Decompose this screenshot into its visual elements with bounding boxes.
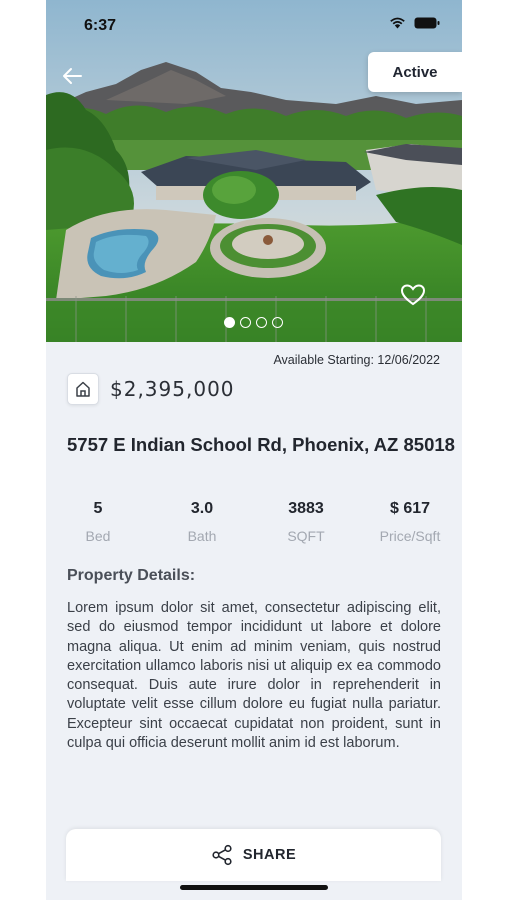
battery-icon — [414, 17, 440, 29]
stat-value: 3.0 — [190, 500, 214, 517]
arrow-left-icon — [63, 68, 82, 84]
property-description: Lorem ipsum dolor sit amet, consectetur … — [67, 600, 441, 752]
property-type-badge — [67, 373, 99, 405]
status-badge: Active — [368, 52, 462, 92]
stat-price-per-sqft: $ 617 Price/Sqft — [358, 500, 462, 544]
heart-icon — [400, 284, 426, 306]
stat-label: Price/Sqft — [379, 528, 441, 544]
carousel-dot[interactable] — [272, 317, 283, 328]
property-photo-carousel[interactable]: 6:37 Active — [46, 0, 462, 342]
carousel-dot[interactable] — [256, 317, 267, 328]
stat-value: $ 617 — [389, 500, 431, 517]
share-button[interactable]: SHARE — [66, 829, 441, 881]
carousel-dot[interactable] — [224, 317, 235, 328]
status-time: 6:37 — [84, 17, 117, 34]
share-icon — [212, 844, 232, 866]
stat-bath: 3.0 Bath — [150, 500, 254, 544]
stat-label: SQFT — [287, 528, 325, 544]
status-icons — [389, 17, 440, 29]
carousel-dot[interactable] — [240, 317, 251, 328]
wifi-icon — [390, 17, 405, 29]
stat-value: 5 — [93, 500, 103, 517]
stat-bed: 5 Bed — [46, 500, 150, 544]
back-button[interactable] — [60, 64, 84, 88]
listing-price: $2,395,000 — [110, 377, 235, 401]
available-starting: Available Starting: 12/06/2022 — [273, 353, 440, 367]
home-indicator[interactable] — [180, 885, 328, 890]
stat-label: Bed — [85, 528, 111, 544]
stat-value: 3883 — [288, 500, 324, 517]
stat-sqft: 3883 SQFT — [254, 500, 358, 544]
listing-address: 5757 E Indian School Rd, Phoenix, AZ 850… — [67, 434, 455, 455]
price-row: $2,395,000 — [67, 373, 235, 405]
carousel-indicator — [224, 317, 283, 328]
house-icon — [76, 381, 90, 397]
share-label: SHARE — [242, 847, 297, 863]
section-title: Property Details: — [67, 567, 196, 584]
favorite-button[interactable] — [400, 283, 426, 309]
property-stats: 5 Bed 3.0 Bath 3883 SQFT $ 617 Price/Sqf… — [46, 500, 462, 544]
stat-label: Bath — [187, 528, 217, 544]
listing-screen: 6:37 Active Available Starting: 12/06/20… — [46, 0, 462, 900]
